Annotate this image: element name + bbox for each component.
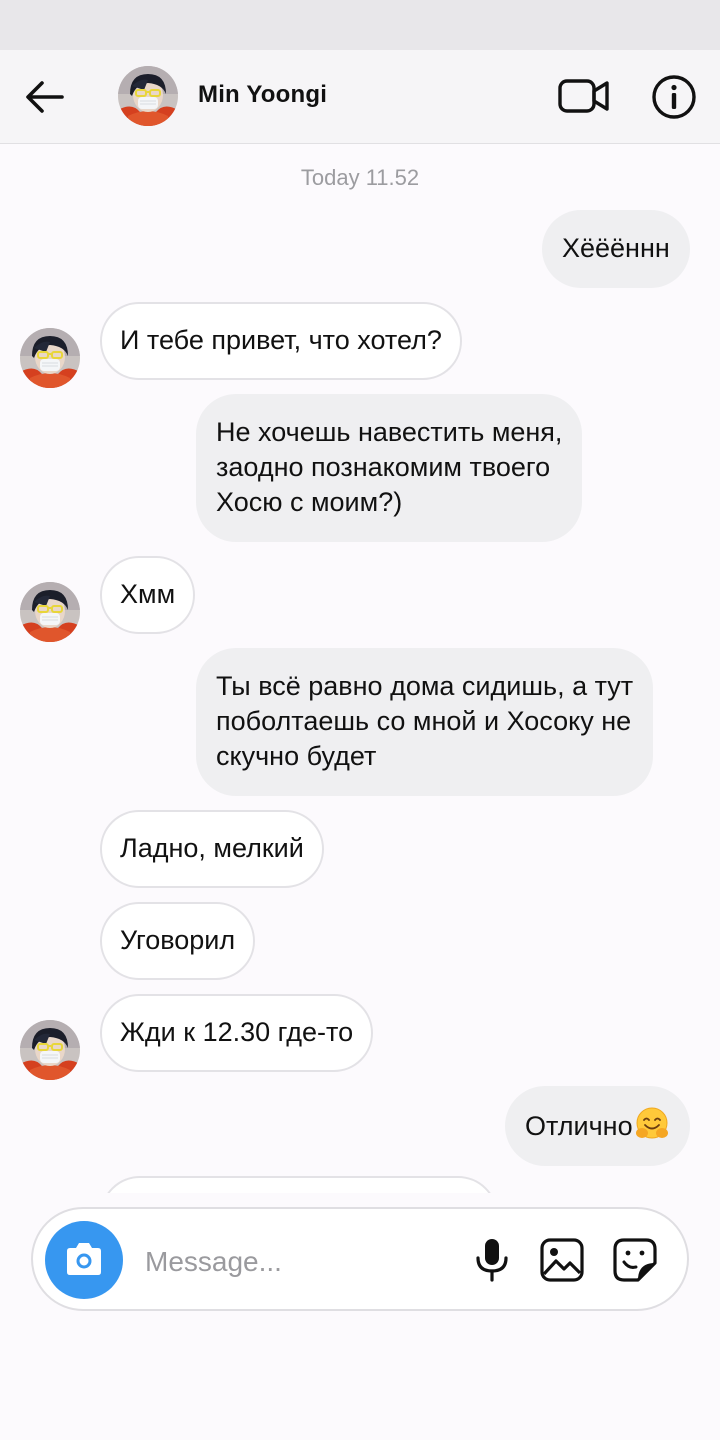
hugging-face-emoji bbox=[635, 1107, 668, 1139]
gallery-icon bbox=[540, 1238, 584, 1282]
incoming-message[interactable]: Жди к 12.30 где-то bbox=[100, 994, 374, 1072]
sender-avatar[interactable] bbox=[20, 582, 80, 642]
outgoing-message[interactable]: Отлично bbox=[505, 1086, 690, 1166]
message-input[interactable] bbox=[143, 1239, 447, 1285]
voice-message-button[interactable] bbox=[471, 1237, 513, 1283]
incoming-message[interactable]: Ладно, мелкий bbox=[100, 810, 324, 888]
sender-avatar[interactable] bbox=[20, 328, 80, 388]
message-composer bbox=[31, 1207, 689, 1311]
incoming-message-partial[interactable] bbox=[100, 1176, 498, 1193]
sticker-icon bbox=[613, 1238, 657, 1282]
outgoing-message[interactable]: Хёёённн bbox=[542, 210, 690, 288]
message-text: Отлично bbox=[525, 1111, 633, 1141]
contact-avatar[interactable] bbox=[118, 66, 178, 126]
microphone-icon bbox=[476, 1239, 508, 1282]
camera-button[interactable] bbox=[45, 1221, 123, 1299]
chat-header: Min Yoongi bbox=[0, 50, 720, 144]
info-icon bbox=[652, 75, 696, 119]
incoming-message[interactable]: Хмм bbox=[100, 556, 196, 634]
info-button[interactable] bbox=[650, 73, 698, 121]
back-button[interactable] bbox=[22, 77, 66, 117]
message-thread[interactable]: Today 11.52 Хёёённн И тебе привет, что х… bbox=[0, 143, 720, 1193]
camera-icon bbox=[67, 1243, 101, 1275]
video-call-icon bbox=[558, 79, 609, 113]
status-bar bbox=[0, 0, 720, 50]
thread-timestamp: Today 11.52 bbox=[300, 165, 420, 190]
gallery-button[interactable] bbox=[539, 1237, 585, 1283]
incoming-message[interactable]: Уговорил bbox=[100, 902, 256, 980]
back-arrow-icon bbox=[26, 81, 64, 113]
incoming-message[interactable]: И тебе привет, что хотел? bbox=[100, 302, 462, 380]
outgoing-message[interactable]: Ты всё равно дома сидишь, а тут поболтае… bbox=[196, 648, 654, 796]
outgoing-message[interactable]: Не хочешь навестить меня, заодно познако… bbox=[196, 394, 583, 542]
contact-name[interactable]: Min Yoongi bbox=[198, 81, 327, 109]
sender-avatar[interactable] bbox=[20, 1020, 80, 1080]
video-call-button[interactable] bbox=[556, 73, 612, 119]
sticker-button[interactable] bbox=[611, 1237, 659, 1283]
